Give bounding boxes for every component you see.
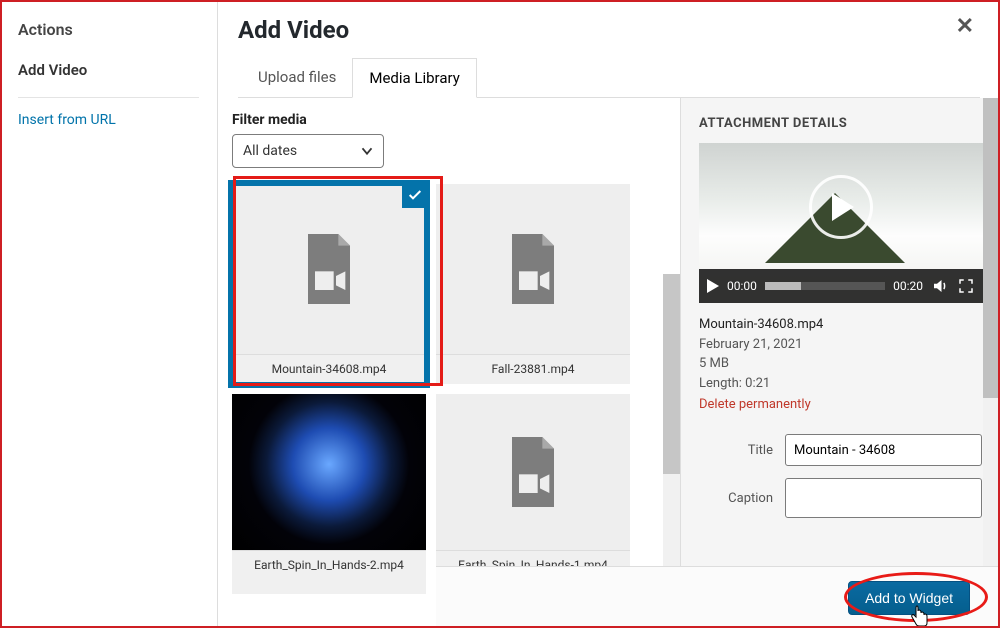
close-icon[interactable]: ✕ [956, 14, 974, 39]
video-preview[interactable]: 00:00 00:20 [699, 143, 983, 303]
caption-field[interactable] [785, 478, 982, 518]
media-thumbnail [232, 184, 426, 354]
filter-date-select[interactable]: All dates [232, 134, 384, 168]
media-item[interactable]: Mountain-34608.mp4 [232, 184, 426, 384]
attachment-size: 5 MB [699, 354, 982, 374]
sidebar-divider [18, 97, 199, 98]
duration-time: 00:20 [893, 279, 923, 293]
fullscreen-icon[interactable] [957, 277, 975, 295]
media-item[interactable]: Earth_Spin_In_Hands-2.mp4 [232, 394, 426, 594]
current-time: 00:00 [727, 279, 757, 293]
caption-field-label: Caption [699, 491, 773, 506]
play-icon [832, 193, 854, 221]
selected-check-icon [402, 182, 428, 208]
media-item[interactable]: Earth_Spin_In_Hands-1.mp4 [436, 394, 630, 594]
title-field-label: Title [699, 443, 773, 458]
media-filename: Earth_Spin_In_Hands-2.mp4 [232, 550, 426, 594]
video-file-icon [505, 437, 561, 507]
attachment-filename: Mountain-34608.mp4 [699, 315, 982, 335]
earth-image-icon [232, 394, 426, 550]
filter-media-label: Filter media [232, 112, 674, 128]
sidebar-item-add-video[interactable]: Add Video [18, 53, 199, 93]
sidebar-heading: Actions [18, 20, 199, 39]
media-thumbnail [436, 184, 630, 354]
video-file-icon [301, 234, 357, 304]
media-filename: Fall-23881.mp4 [436, 354, 630, 384]
media-thumbnail [232, 394, 426, 550]
add-to-widget-button[interactable]: Add to Widget [848, 581, 970, 615]
play-overlay-button[interactable] [809, 175, 873, 239]
insert-from-url-link[interactable]: Insert from URL [18, 112, 116, 128]
play-button[interactable] [707, 279, 719, 293]
media-thumbnail [436, 394, 630, 550]
attachment-date: February 21, 2021 [699, 335, 982, 355]
video-file-icon [505, 234, 561, 304]
tab-upload-files[interactable]: Upload files [242, 58, 352, 97]
media-filename: Mountain-34608.mp4 [232, 354, 426, 384]
seek-bar[interactable] [765, 282, 885, 290]
attachment-details-heading: ATTACHMENT DETAILS [699, 116, 982, 131]
media-item[interactable]: Fall-23881.mp4 [436, 184, 630, 384]
attachment-length: Length: 0:21 [699, 374, 982, 394]
title-field[interactable] [785, 434, 982, 466]
tab-media-library[interactable]: Media Library [352, 58, 476, 98]
video-controls: 00:00 00:20 [699, 269, 983, 303]
delete-permanently-link[interactable]: Delete permanently [699, 397, 811, 412]
details-scrollbar[interactable] [983, 98, 1000, 628]
volume-icon[interactable] [931, 277, 949, 295]
page-title: Add Video [238, 16, 980, 44]
